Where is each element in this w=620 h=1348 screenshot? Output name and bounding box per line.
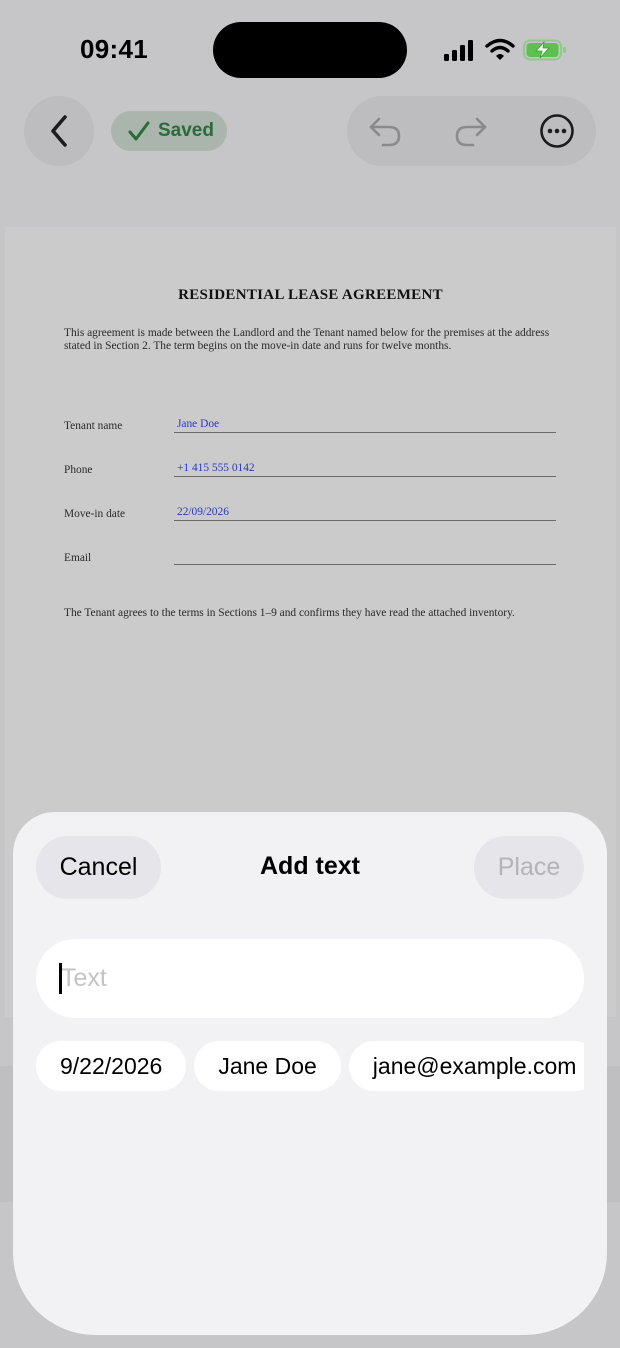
document-intro: This agreement is made between the Landl… [64,327,550,352]
field-value: +1 415 555 0142 [177,462,255,474]
text-input[interactable] [61,939,561,1018]
top-toolbar: Saved [0,96,620,166]
field-label: Tenant name [64,420,123,432]
field-label: Email [64,552,92,564]
add-text-sheet: Cancel Add text Place 9/22/2026Jane Doej… [13,812,607,1335]
saved-status-badge: Saved [111,111,227,151]
field-row-tenant-name[interactable]: Tenant name Jane Doe [64,409,556,433]
status-bar: 09:41 [0,0,620,100]
dynamic-island [213,22,407,78]
suggestion-chip-name[interactable]: Jane Doe [194,1041,341,1091]
undo-icon [369,117,401,147]
field-row-email[interactable]: Email [64,541,556,565]
saved-label: Saved [158,120,214,141]
field-row-phone[interactable]: Phone +1 415 555 0142 [64,453,556,477]
back-button[interactable] [24,96,94,166]
chevron-left-icon [51,115,67,147]
field-line[interactable]: Jane Doe [174,411,556,433]
ellipsis-circle-icon [540,114,574,148]
redo-icon [455,117,487,147]
field-value: Jane Doe [177,418,220,430]
redo-button[interactable] [436,96,506,166]
undo-button[interactable] [350,96,420,166]
checkmark-icon [128,121,150,141]
document-title: RESIDENTIAL LEASE AGREEMENT [178,287,443,303]
field-line[interactable]: +1 415 555 0142 [174,455,556,477]
place-button[interactable]: Place [474,836,584,899]
field-label: Phone [64,464,93,476]
battery-charging-icon [523,39,566,61]
wifi-icon [485,38,515,60]
field-value: 22/09/2026 [177,506,229,518]
status-time: 09:41 [80,34,148,64]
field-line[interactable] [174,543,556,565]
cellular-signal-icon [444,40,473,61]
toolbar-action-group [347,96,596,166]
field-line[interactable]: 22/09/2026 [174,499,556,521]
suggestion-chip-email[interactable]: jane@example.com [348,1041,584,1091]
suggestion-chip-date[interactable]: 9/22/2026 [36,1041,187,1091]
suggestion-chips: 9/22/2026 Jane Doe jane@example.com [36,1041,584,1091]
field-label: Move-in date [64,508,126,520]
text-field[interactable] [36,939,584,1018]
field-row-move-in-date[interactable]: Move-in date 22/09/2026 [64,497,556,521]
document-footer: The Tenant agrees to the terms in Sectio… [64,607,515,619]
more-options-button[interactable] [522,96,592,166]
text-caret [59,963,62,994]
